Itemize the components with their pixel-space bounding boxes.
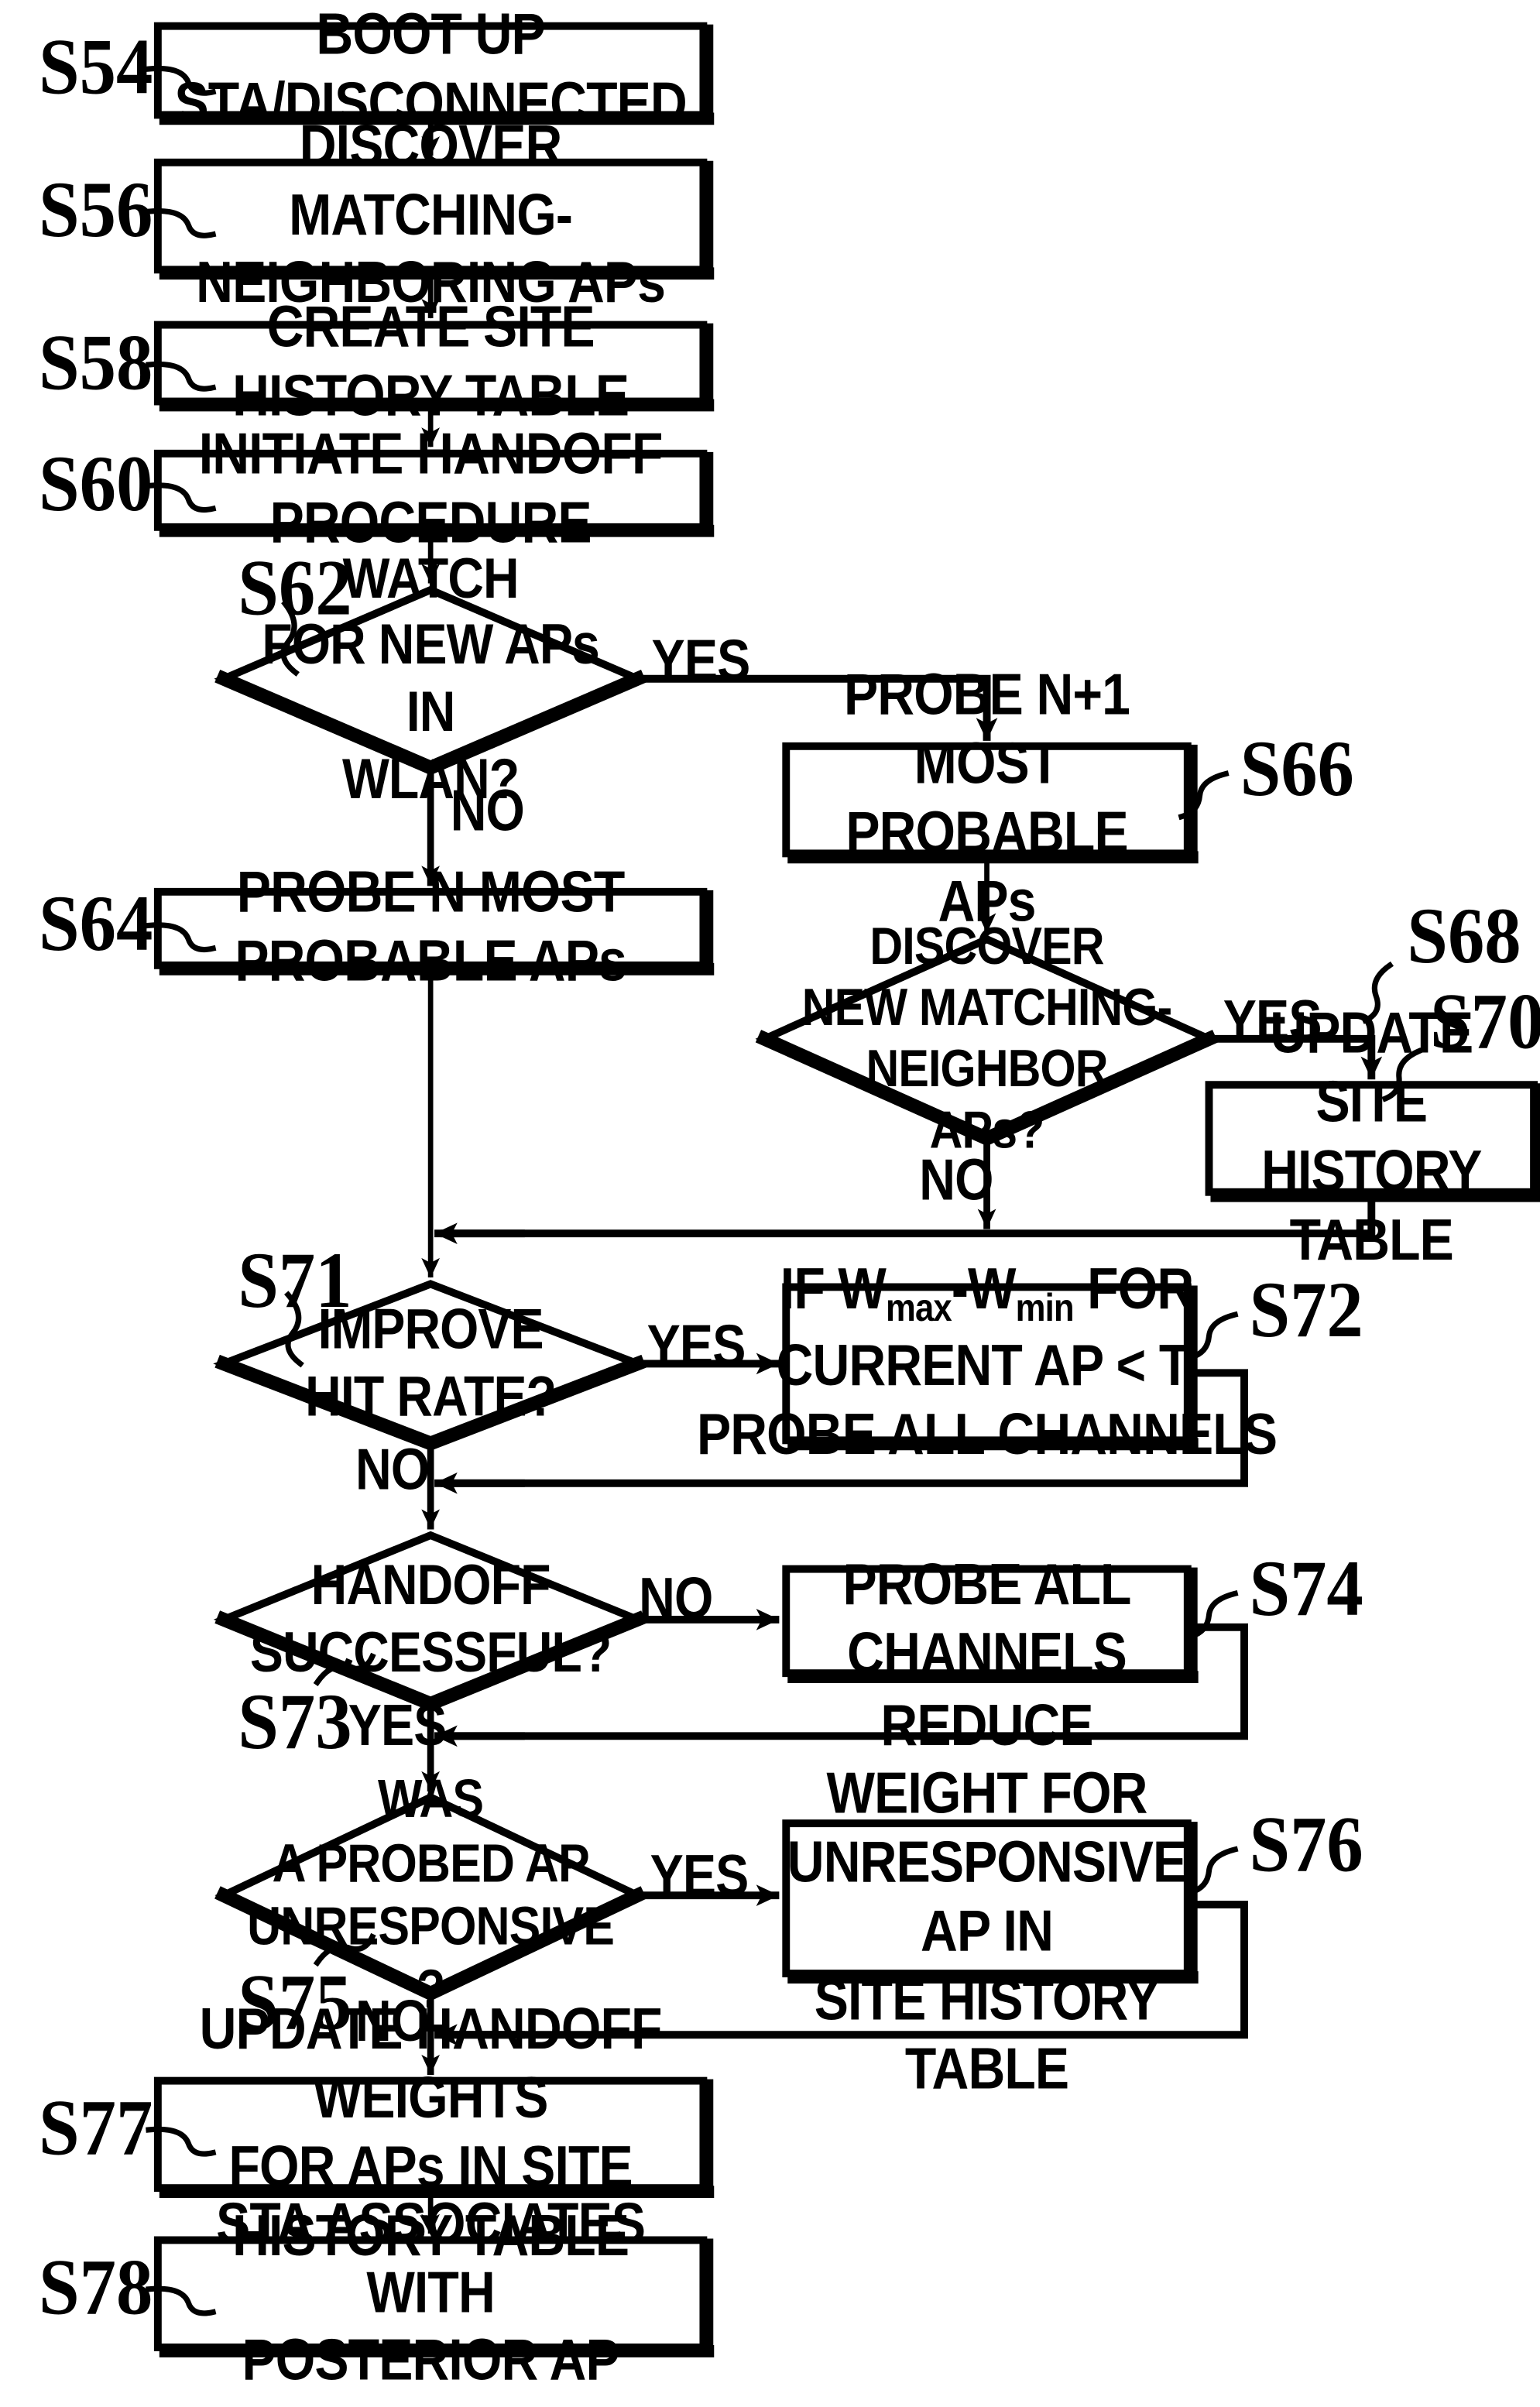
step-tag-s58: S58	[38, 320, 153, 408]
node-s72-line2: CURRENT AP < T,	[776, 1334, 1199, 1399]
step-tag-s76: S76	[1249, 1802, 1363, 1890]
step-tag-s77: S77	[38, 2085, 153, 2173]
node-s74-label: PROBE ALL CHANNELS	[842, 1554, 1131, 1687]
edge-label-s62-yes: YES	[651, 629, 751, 694]
step-tag-s54: S54	[38, 24, 153, 112]
node-s73-label: HANDOFF SUCCESSFUL?	[249, 1554, 612, 1685]
node-s72-label: IF Wmax-Wmin FOR CURRENT AP < T, PROBE A…	[697, 1259, 1278, 1468]
edge-label-s73-yes: YES	[348, 1694, 448, 1760]
edge-label-s68-yes: YES	[1223, 989, 1322, 1054]
step-tag-s64: S64	[38, 880, 153, 969]
node-s64-label: PROBE N MOST PROBABLE APs	[235, 861, 626, 995]
node-s68-label: DISCOVER NEW MATCHING- NEIGHBOR APs?	[801, 917, 1173, 1161]
edge-label-s62-no: NO	[450, 780, 525, 845]
edge-label-s75-yes: YES	[650, 1844, 749, 1909]
node-s54-label: BOOT UP STA/DISCONNECTED	[174, 3, 687, 137]
node-s72-line3: PROBE ALL CHANNELS	[696, 1403, 1278, 1468]
step-tag-s66: S66	[1240, 726, 1354, 814]
s72-sub-min: min	[1015, 1288, 1075, 1331]
node-s58-label: CREATE SITE HISTORY TABLE	[232, 296, 629, 430]
edge-label-s75-no: NO	[355, 1990, 430, 2055]
node-s78-label: STA ASSOCIATES WITH POSTERIOR AP	[216, 2192, 646, 2395]
node-s77-label: UPDATE HANDOFF WEIGHTS FOR APs IN SITE H…	[199, 1998, 663, 2268]
step-tag-s68: S68	[1407, 893, 1521, 981]
node-s75-label: WAS A PROBED AP UNRESPONSIVE ?	[247, 1770, 615, 2021]
step-tag-s60: S60	[38, 441, 153, 529]
node-s76-label: REDUCE WEIGHT FOR UNRESPONSIVE AP IN SIT…	[787, 1693, 1187, 2102]
step-tag-s72: S72	[1249, 1267, 1363, 1355]
s72-for: FOR	[1087, 1258, 1194, 1323]
edge-label-s68-no: NO	[919, 1149, 993, 1214]
edge-label-s71-no: NO	[355, 1438, 430, 1504]
node-s72-line1: IF Wmax-Wmin FOR	[780, 1257, 1194, 1333]
edge-label-s71-yes: YES	[647, 1315, 746, 1380]
figure-sheet: S54 S56 S58 S60 S62 S64 S66 S68 S70 S71 …	[0, 0, 1540, 2407]
node-s60-label: INITIATE HANDOFF PROCEDURE	[198, 423, 664, 557]
step-tag-s78: S78	[38, 2244, 153, 2333]
step-tag-s74: S74	[1249, 1545, 1363, 1634]
node-s70-label: UPDATE SITE HISTORY TABLE	[1261, 1003, 1482, 1274]
node-s56-label: DISCOVER MATCHING-NEIGHBORING APs	[196, 114, 666, 317]
s72-minus-w: -W	[951, 1258, 1017, 1323]
node-s62-label: WATCH FOR NEW APs IN WLAN?	[262, 546, 599, 811]
node-s71-label: IMPROVE HIT RATE?	[305, 1298, 557, 1428]
edge-label-s73-no: NO	[639, 1567, 713, 1632]
s72-sub-max: max	[886, 1288, 952, 1331]
step-tag-s56: S56	[38, 166, 153, 255]
node-s66-label: PROBE N+1 MOST PROBABLE APs	[843, 663, 1130, 934]
s72-if-wmax: IF W	[780, 1258, 887, 1323]
